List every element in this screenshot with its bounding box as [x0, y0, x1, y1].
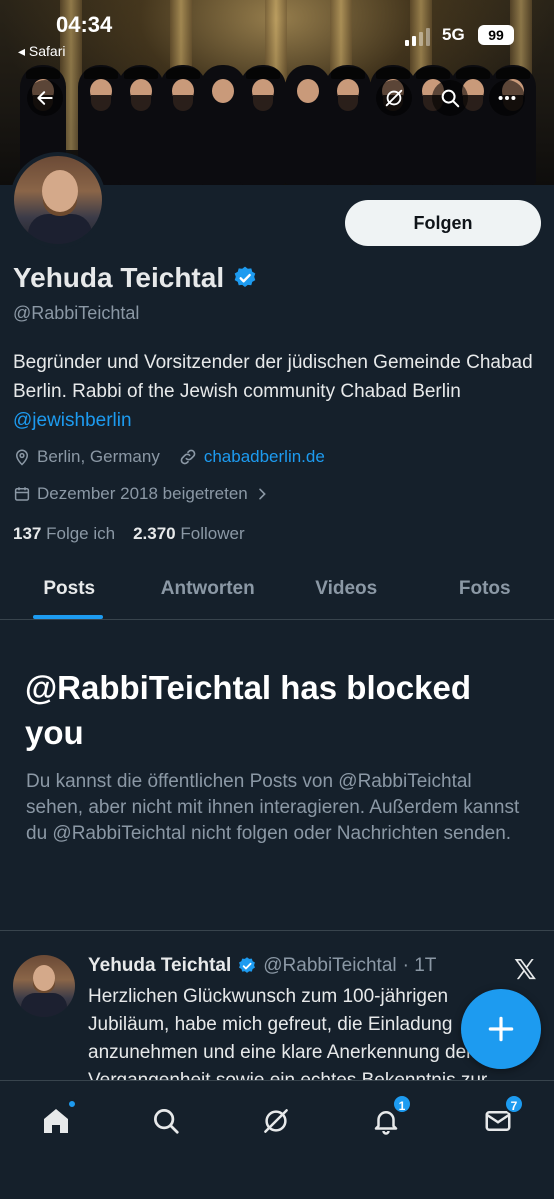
home-icon: [44, 1109, 68, 1133]
tab-posts[interactable]: Posts: [0, 560, 139, 619]
post-avatar[interactable]: [13, 955, 75, 1017]
blocked-text: Du kannst die öffentlichen Posts von @Ra…: [26, 771, 520, 844]
signal-icon: [405, 28, 430, 46]
profile-avatar[interactable]: [10, 152, 106, 248]
blocked-title: @RabbiTeichtal has blocked you: [25, 669, 471, 751]
divider: [0, 930, 554, 931]
verified-badge-icon[interactable]: [232, 265, 258, 291]
profile-name: Yehuda Teichtal: [13, 262, 225, 293]
nav-search[interactable]: [146, 1101, 186, 1141]
status-bar: 04:34 ◂ Safari 5G 99: [0, 0, 554, 60]
grok-icon: [264, 1109, 288, 1133]
link-icon: [180, 449, 196, 465]
tab-replies[interactable]: Antworten: [139, 560, 278, 619]
location-pin-icon: [15, 449, 29, 466]
compose-button[interactable]: [461, 989, 541, 1069]
grok-icon: [385, 89, 403, 107]
post-line: Vergangenheit sowie ein echtes Bekenntni…: [88, 1070, 488, 1081]
nav-messages[interactable]: 7: [478, 1094, 524, 1141]
arrow-left-icon: [37, 91, 53, 105]
profile-tabs: Posts Antworten Videos Fotos: [0, 560, 554, 620]
profile-meta-row: Berlin, Germany chabadberlin.de: [13, 447, 325, 467]
chevron-right-icon: [258, 488, 266, 500]
verified-badge-icon: [239, 957, 256, 973]
status-time: 04:34: [56, 12, 113, 37]
nav-home[interactable]: [36, 1099, 77, 1141]
post-header: Yehuda Teichtal @RabbiTeichtal · 1T: [88, 955, 436, 977]
bottom-nav: 1 7: [0, 1080, 554, 1199]
nav-notifications[interactable]: 1: [366, 1094, 412, 1141]
messages-badge: 7: [504, 1094, 524, 1114]
followers-stat[interactable]: 2.370 Follower: [133, 524, 245, 544]
plus-icon: [488, 1016, 514, 1042]
back-to-safari-link[interactable]: ◂ Safari: [18, 43, 66, 60]
profile-location: Berlin, Germany: [37, 447, 160, 466]
post-time: · 1T: [402, 955, 437, 976]
home-notification-dot: [67, 1099, 77, 1109]
profile-handle: @RabbiTeichtal: [13, 303, 140, 323]
nav-grok[interactable]: [256, 1101, 296, 1141]
profile-joined: Dezember 2018 beigetreten: [37, 484, 248, 503]
notifications-badge: 1: [392, 1094, 412, 1114]
tab-videos[interactable]: Videos: [277, 560, 416, 619]
profile-joined-row[interactable]: Dezember 2018 beigetreten: [13, 484, 270, 504]
search-icon: [154, 1109, 179, 1134]
grok-button[interactable]: [376, 80, 412, 116]
profile-bio: Begründer und Vorsitzender der jüdischen…: [13, 348, 548, 435]
more-button[interactable]: [489, 80, 525, 116]
post-author-handle: @RabbiTeichtal: [263, 955, 397, 976]
profile-name-row: Yehuda Teichtal: [13, 262, 258, 294]
search-icon: [441, 89, 460, 108]
post-author-name[interactable]: Yehuda Teichtal: [88, 955, 231, 977]
bio-mention-link[interactable]: @jewishberlin: [13, 410, 132, 431]
tab-photos[interactable]: Fotos: [416, 560, 554, 619]
calendar-icon: [14, 487, 30, 501]
follow-button[interactable]: Folgen: [345, 200, 541, 246]
bio-text: Begründer und Vorsitzender der jüdischen…: [13, 352, 533, 402]
network-label: 5G: [442, 25, 465, 44]
search-button[interactable]: [432, 80, 468, 116]
following-stat[interactable]: 137 Folge ich: [13, 524, 115, 544]
profile-stats: 137 Folge ich 2.370 Follower: [13, 524, 245, 544]
battery-icon: 99: [478, 25, 514, 45]
back-button[interactable]: [27, 80, 63, 116]
x-logo-icon: 𝕏: [514, 954, 537, 985]
more-icon: [498, 95, 516, 101]
profile-website-link[interactable]: chabadberlin.de: [204, 447, 325, 467]
